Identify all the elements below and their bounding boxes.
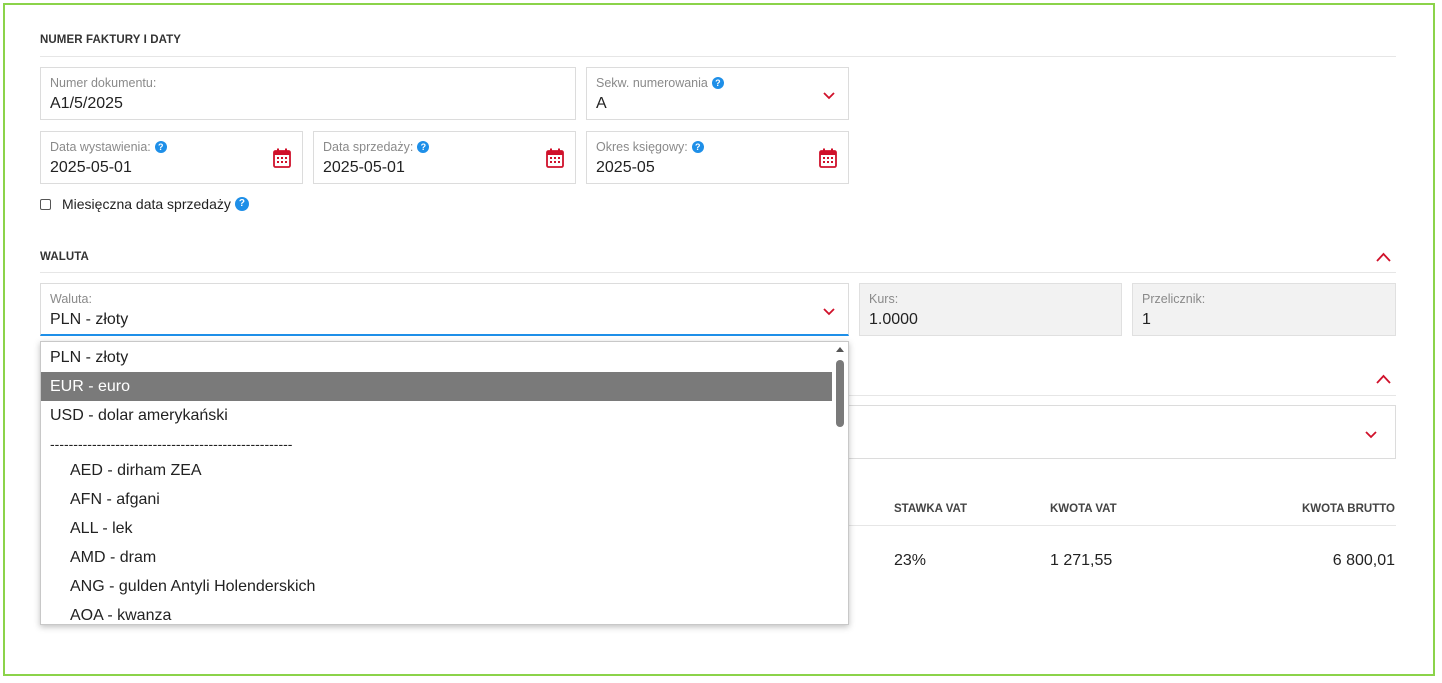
issue-date-label: Data wystawienia:? [50, 140, 167, 154]
option-eur[interactable]: EUR - euro [41, 372, 833, 401]
section-title-currency: WALUTA [40, 251, 89, 263]
th-vat-rate: STAWKA VAT [894, 503, 968, 515]
option-pln[interactable]: PLN - złoty [41, 343, 833, 372]
sequence-label: Sekw. numerowania? [596, 76, 724, 90]
rate-field: Kurs: 1.0000 [859, 283, 1122, 336]
doc-number-field[interactable]: Numer dokumentu: A1/5/2025 [40, 67, 576, 120]
scroll-up-arrow-icon[interactable] [836, 347, 844, 352]
option-separator: ----------------------------------------… [50, 436, 293, 452]
period-value: 2025-05 [596, 159, 655, 176]
calendar-icon[interactable] [819, 148, 837, 168]
help-icon[interactable]: ? [154, 141, 167, 153]
monthly-sale-label: Miesięczna data sprzedaży? [62, 196, 249, 212]
sale-date-label: Data sprzedaży:? [323, 140, 430, 154]
help-icon[interactable]: ? [417, 141, 430, 153]
section-divider [40, 56, 1396, 57]
section-title-invoice: NUMER FAKTURY I DATY [40, 34, 182, 46]
option-all[interactable]: ALL - lek [41, 514, 833, 543]
sale-date-value: 2025-05-01 [323, 159, 405, 176]
option-afn[interactable]: AFN - afgani [41, 485, 833, 514]
rate-label: Kurs: [869, 292, 899, 306]
currency-label: Waluta: [50, 292, 92, 306]
doc-number-label: Numer dokumentu: [50, 76, 157, 90]
monthly-sale-checkbox[interactable] [40, 199, 51, 210]
period-label: Okres księgowy:? [596, 140, 704, 154]
th-vat-amount: KWOTA VAT [1050, 503, 1117, 515]
calendar-icon[interactable] [273, 148, 291, 168]
cell-vat-rate: 23% [894, 552, 927, 569]
cell-vat-amount: 1 271,55 [1050, 552, 1113, 569]
help-icon[interactable]: ? [234, 197, 249, 211]
converter-field: Przelicznik: 1 [1132, 283, 1396, 336]
help-icon[interactable]: ? [691, 141, 704, 153]
option-ang[interactable]: ANG - gulden Antyli Holenderskich [41, 572, 833, 601]
scroll-thumb[interactable] [836, 360, 844, 427]
calendar-icon[interactable] [546, 148, 564, 168]
currency-select[interactable]: Waluta: PLN - złoty [40, 283, 849, 336]
option-aed[interactable]: AED - dirham ZEA [41, 456, 833, 485]
period-field[interactable]: Okres księgowy:? 2025-05 [586, 131, 849, 184]
dropdown-scrollbar[interactable] [832, 342, 848, 624]
issue-date-value: 2025-05-01 [50, 159, 132, 176]
doc-number-value: A1/5/2025 [50, 95, 123, 112]
th-gross-amount: KWOTA BRUTTO [1301, 503, 1395, 515]
chevron-down-icon[interactable] [823, 308, 835, 316]
rate-value: 1.0000 [869, 311, 918, 328]
option-aoa[interactable]: AOA - kwanza [41, 601, 833, 624]
chevron-up-icon[interactable] [1376, 374, 1391, 384]
help-icon[interactable]: ? [711, 77, 724, 89]
section-divider [40, 272, 1396, 273]
converter-value: 1 [1142, 311, 1151, 328]
option-usd[interactable]: USD - dolar amerykański [41, 401, 833, 430]
sequence-value: A [596, 95, 607, 112]
chevron-up-icon[interactable] [1376, 252, 1391, 262]
sequence-select[interactable]: Sekw. numerowania? A [586, 67, 849, 120]
option-amd[interactable]: AMD - dram [41, 543, 833, 572]
chevron-down-icon[interactable] [823, 92, 835, 100]
cell-gross-amount: 6 800,01 [1332, 552, 1395, 569]
sale-date-field[interactable]: Data sprzedaży:? 2025-05-01 [313, 131, 576, 184]
converter-label: Przelicznik: [1142, 292, 1206, 306]
currency-value: PLN - złoty [50, 311, 129, 328]
chevron-down-icon[interactable] [1365, 431, 1377, 439]
currency-dropdown-list[interactable]: PLN - złoty EUR - euro USD - dolar amery… [40, 341, 849, 625]
issue-date-field[interactable]: Data wystawienia:? 2025-05-01 [40, 131, 303, 184]
